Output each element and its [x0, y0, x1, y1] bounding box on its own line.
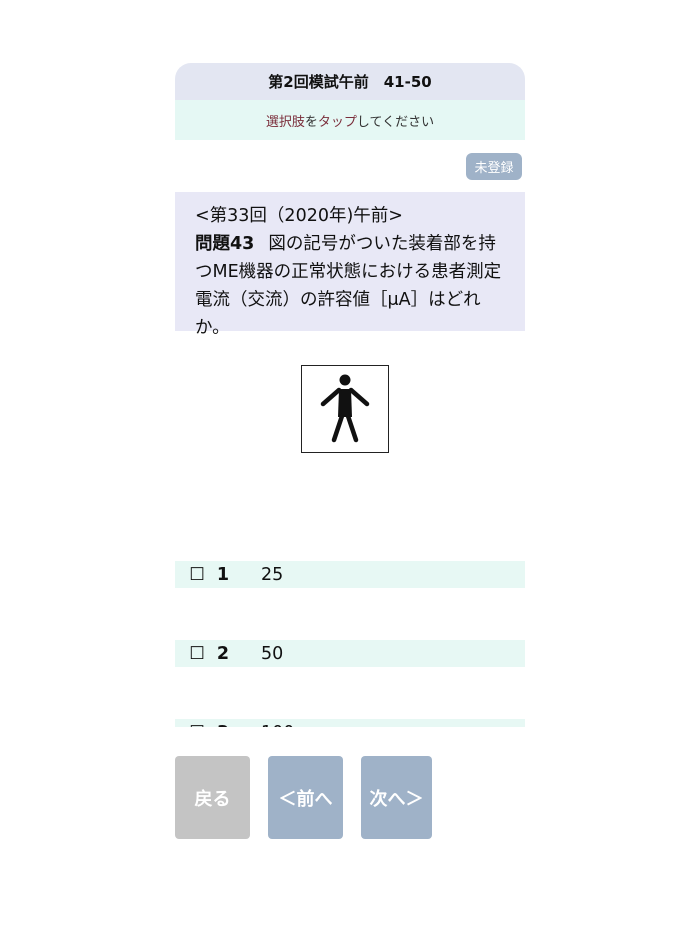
checkbox-icon[interactable]: ☐ [175, 565, 205, 585]
question-body: 問題43 図の記号がついた装着部を持つME機器の正常状態における患者測定電流（交流… [195, 230, 505, 342]
choice-3[interactable]: ☐ 3 100 [175, 719, 525, 727]
instruction-tap-word: タップ [317, 114, 357, 130]
checkbox-icon[interactable]: ☐ [175, 644, 205, 664]
choice-number: 2 [216, 643, 230, 664]
choice-1[interactable]: ☐ 1 25 [175, 561, 525, 588]
figure-area [175, 331, 525, 561]
quiz-panel: 第2回模試午前 41-50 選択肢をタップ してください 未登録 <第33回（20… [175, 63, 525, 727]
instruction-suffix: してください [356, 114, 435, 130]
back-button[interactable]: 戻る [175, 756, 250, 839]
instruction-particle: を [304, 114, 318, 130]
instruction-text: 選択肢をタップ してください [175, 100, 525, 140]
page-title: 第2回模試午前 41-50 [175, 63, 525, 100]
choice-value: 50 [261, 643, 284, 664]
checkbox-icon[interactable]: ☐ [175, 723, 205, 728]
status-row: 未登録 [175, 140, 525, 192]
person-icon [320, 374, 370, 443]
previous-button[interactable]: ＜前へ [268, 756, 343, 839]
question-box: <第33回（2020年)午前> 問題43 図の記号がついた装着部を持つME機器の正… [175, 192, 525, 338]
type-b-applied-part-symbol [301, 365, 389, 453]
question-source: <第33回（2020年)午前> [195, 206, 403, 226]
choice-2[interactable]: ☐ 2 50 [175, 640, 525, 667]
next-button[interactable]: 次へ＞ [361, 756, 432, 839]
choice-number: 1 [216, 564, 230, 585]
instruction-choice-word: 選択肢 [265, 114, 305, 130]
choice-value: 25 [261, 564, 284, 585]
register-status-button[interactable]: 未登録 [466, 153, 522, 180]
choice-value: 100 [261, 723, 294, 728]
question-number: 問題43 [195, 234, 255, 254]
choice-number: 3 [205, 723, 241, 728]
choice-list: ☐ 1 25 ☐ 2 50 ☐ 3 100 [175, 561, 525, 727]
